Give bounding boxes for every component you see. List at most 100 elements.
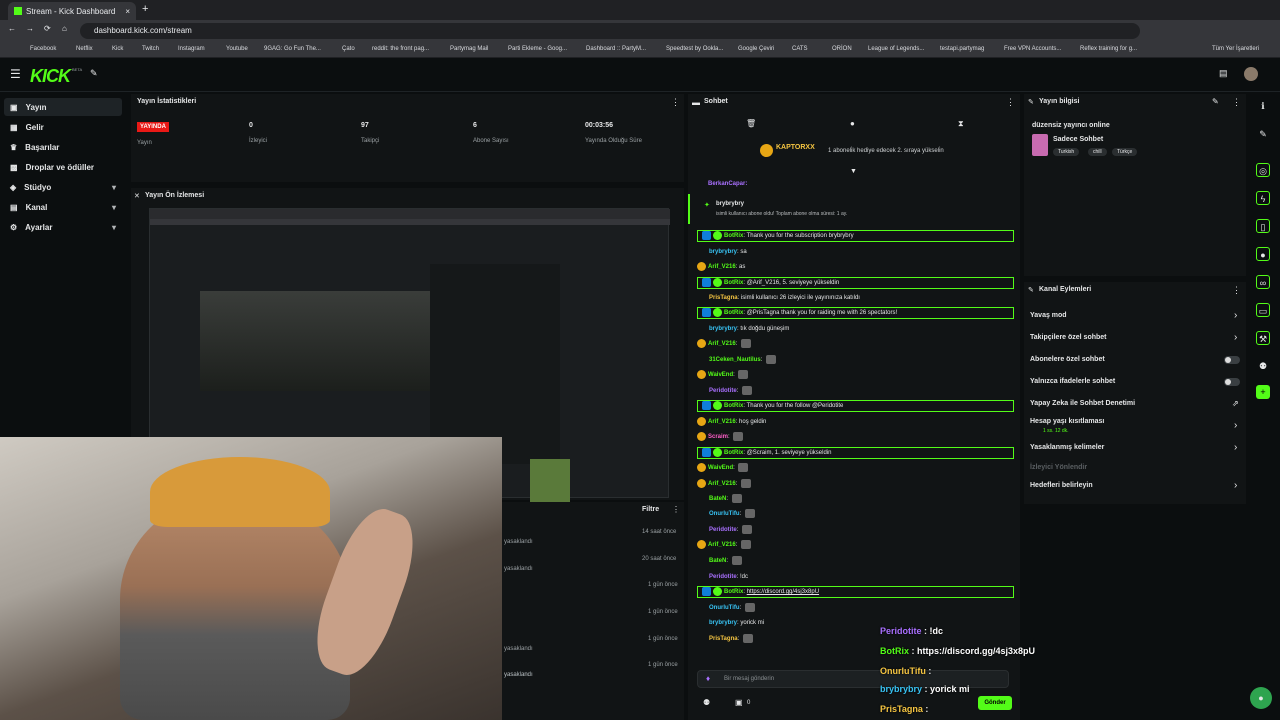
chat-username[interactable]: 31Ceken_Nautilus: [709, 357, 761, 363]
chat-username[interactable]: BotRix: [724, 233, 743, 239]
chat-username[interactable]: Arif_V216: [708, 481, 736, 487]
chat-username[interactable]: BateN: [709, 558, 726, 564]
chat-username[interactable]: WaivEnd: [708, 465, 733, 471]
url-field[interactable]: dashboard.kick.com/stream: [80, 23, 1140, 39]
back-icon[interactable]: ←: [8, 24, 16, 33]
trash-icon[interactable]: 🗑: [746, 119, 756, 128]
chat-message[interactable]: brybrybry: tık doğdu güneşim: [697, 323, 789, 335]
bookmark-item[interactable]: Google Çeviri: [738, 46, 774, 52]
chat-username[interactable]: Scraim: [708, 434, 728, 440]
add-widget-icon[interactable]: +: [1256, 385, 1270, 399]
chat-message[interactable]: OnurluTifu:: [697, 508, 755, 520]
chat-message[interactable]: Arif_V216:: [697, 478, 752, 490]
action-ai-moderation[interactable]: Yapay Zeka ile Sohbet Denetimi: [1030, 400, 1135, 407]
info-icon[interactable]: ℹ: [1256, 99, 1270, 113]
chat-message[interactable]: BotRix: @Scraim, 1. seviyeye yükseldin: [697, 447, 1014, 459]
menu-icon[interactable]: ☰: [10, 67, 21, 81]
bookmark-item[interactable]: Kick: [112, 46, 123, 52]
chat-message[interactable]: PrisTagna: isimli kullanıcı 26 izleyici …: [697, 292, 860, 304]
action-subscribers-only[interactable]: Abonelere özel sohbet: [1030, 356, 1105, 363]
chat-username[interactable]: BotRix: [724, 310, 743, 316]
chat-message[interactable]: BotRix: @Arif_V216, 5. seviyeye yükseldi…: [697, 277, 1014, 289]
chat-message[interactable]: Scraim:: [697, 431, 744, 443]
chat-username[interactable]: BotRix: [724, 589, 743, 595]
hourglass-icon[interactable]: ⧗: [958, 119, 964, 129]
filter-button[interactable]: Filtre: [642, 506, 659, 513]
chat-username[interactable]: Arif_V216: [708, 542, 736, 548]
document-icon[interactable]: ▯: [1256, 219, 1270, 233]
more-icon[interactable]: ⋮: [1232, 285, 1241, 296]
chat-message[interactable]: BateN:: [697, 493, 742, 505]
chat-message[interactable]: brybrybry: yorick mi: [697, 617, 764, 629]
chat-message[interactable]: Arif_V216:: [697, 338, 752, 350]
users-icon[interactable]: ⚉: [1256, 359, 1270, 373]
chevron-right-icon[interactable]: ›: [1234, 332, 1237, 343]
chat-username[interactable]: PrisTagna: [709, 295, 738, 301]
bookmark-item[interactable]: League of Legends...: [868, 46, 924, 52]
link-icon[interactable]: ∞: [1256, 275, 1270, 289]
sidebar-item-yayin[interactable]: ▣ Yayın: [4, 98, 122, 116]
gift-icon[interactable]: ▣: [735, 698, 743, 707]
action-emotes-only[interactable]: Yalnızca ifadelerle sohbet: [1030, 378, 1115, 385]
chat-username[interactable]: BotRix: [724, 403, 743, 409]
comment-icon[interactable]: ●: [1256, 247, 1270, 261]
camera-icon[interactable]: ◎: [1256, 163, 1270, 177]
chat-username[interactable]: PrisTagna: [709, 636, 738, 642]
chevron-right-icon[interactable]: ›: [1234, 310, 1237, 321]
category-thumbnail[interactable]: [1032, 134, 1048, 156]
tag[interactable]: chill: [1088, 148, 1107, 156]
forward-icon[interactable]: →: [26, 24, 34, 33]
sidebar-item-gelir[interactable]: ▦ Gelir: [4, 118, 122, 136]
bookmark-item[interactable]: Speedtest by Ookla...: [666, 46, 723, 52]
bookmark-item[interactable]: ORİON: [832, 46, 852, 52]
collapse-icon[interactable]: ✕: [134, 192, 140, 200]
chat-username[interactable]: brybrybry: [709, 249, 737, 255]
action-banned-words[interactable]: Yasaklanmış kelimeler: [1030, 444, 1104, 451]
sidebar-item-studyo[interactable]: ◈ Stüdyo ▾: [4, 178, 122, 196]
chat-username[interactable]: Peridotite: [709, 527, 737, 533]
home-icon[interactable]: ⌂: [62, 24, 67, 33]
more-icon[interactable]: ⋮: [671, 97, 680, 108]
new-tab-button[interactable]: +: [142, 3, 148, 15]
bookmark-item[interactable]: Instagram: [178, 46, 205, 52]
dashboard-icon[interactable]: ▤: [1219, 68, 1228, 79]
emotes-only-toggle[interactable]: [1224, 378, 1240, 386]
chat-message[interactable]: WaivEnd:: [697, 369, 749, 381]
chat-username[interactable]: BerkanCapar:: [708, 181, 747, 187]
pin-icon[interactable]: ✎: [90, 68, 98, 79]
close-icon[interactable]: ×: [125, 7, 130, 16]
chat-username[interactable]: OnurluTifu: [709, 605, 740, 611]
chat-message[interactable]: Peridotite: !dc: [697, 571, 748, 583]
chat-message[interactable]: BateN:: [697, 555, 742, 567]
chat-username[interactable]: Arif_V216: [708, 264, 736, 270]
bookmark-item[interactable]: testapi.partymag: [940, 46, 984, 52]
chevron-right-icon[interactable]: ›: [1234, 480, 1237, 491]
chat-username[interactable]: brybrybry: [709, 326, 737, 332]
bookmark-item[interactable]: Twitch: [142, 46, 159, 52]
chat-message[interactable]: BotRix: Thank you for the follow @Perido…: [697, 400, 1014, 412]
bookmark-item[interactable]: Partymag Mail: [450, 46, 488, 52]
reload-icon[interactable]: ⟳: [44, 24, 51, 33]
bookmark-item[interactable]: Parti Ekleme - Goog...: [508, 46, 567, 52]
chat-message[interactable]: BotRix: @PrisTagna thank you for raiding…: [697, 307, 1014, 319]
more-icon[interactable]: ⋮: [672, 505, 680, 514]
sidebar-item-droplar[interactable]: ▩ Droplar ve ödüller: [4, 158, 122, 176]
chat-message[interactable]: BotRix: Thank you for the subscription b…: [697, 230, 1014, 242]
chat-message[interactable]: Peridotite:: [697, 524, 753, 536]
chat-message[interactable]: Arif_V216: as: [697, 261, 745, 273]
edit-icon[interactable]: ✎: [1256, 127, 1270, 141]
chat-message[interactable]: Peridotite:: [697, 385, 753, 397]
flash-icon[interactable]: ϟ: [1256, 191, 1270, 205]
chat-message[interactable]: 31Ceken_Nautilus:: [697, 354, 777, 366]
sidebar-item-basarilar[interactable]: ♛ Başarılar: [4, 138, 122, 156]
bookmark-item[interactable]: CATS: [792, 46, 808, 52]
bookmark-item[interactable]: Youtube: [226, 46, 248, 52]
chevron-right-icon[interactable]: ›: [1234, 420, 1237, 431]
chat-username[interactable]: WaivEnd: [708, 372, 733, 378]
bookmark-item[interactable]: Dashboard :: PartyM...: [586, 46, 646, 52]
chat-username[interactable]: BotRix: [724, 450, 743, 456]
action-account-age[interactable]: Hesap yaşı kısıtlaması: [1030, 418, 1104, 425]
help-chat-icon[interactable]: ●: [1250, 687, 1272, 709]
tag[interactable]: Türkçe: [1112, 148, 1138, 156]
bookmark-item[interactable]: Free VPN Accounts...: [1004, 46, 1061, 52]
